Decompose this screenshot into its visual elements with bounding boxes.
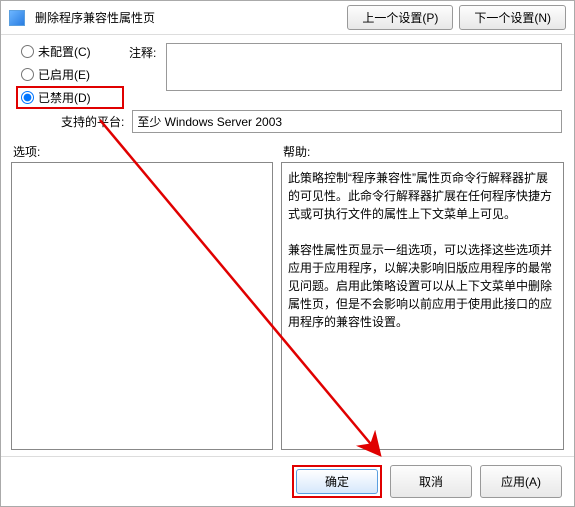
radio-enabled-label: 已启用(E) <box>38 66 90 83</box>
app-icon <box>9 10 25 26</box>
options-label: 选项: <box>13 143 283 160</box>
footer-buttons: 确定 取消 应用(A) <box>1 456 574 506</box>
main-panels: 此策略控制“程序兼容性”属性页命令行解释器扩展的可见性。此命令行解释器扩展在任何… <box>1 162 574 456</box>
nav-buttons: 上一个设置(P) 下一个设置(N) <box>347 5 566 30</box>
dialog-title: 删除程序兼容性属性页 <box>35 9 155 26</box>
radio-not-configured[interactable]: 未配置(C) <box>21 43 119 60</box>
help-label: 帮助: <box>283 143 562 160</box>
radio-disabled-input[interactable] <box>21 91 34 104</box>
comment-textarea[interactable] <box>166 43 562 91</box>
ok-button[interactable]: 确定 <box>296 469 378 494</box>
radio-enabled[interactable]: 已启用(E) <box>21 66 119 83</box>
prev-setting-button[interactable]: 上一个设置(P) <box>347 5 453 30</box>
platform-value: 至少 Windows Server 2003 <box>132 110 562 133</box>
next-setting-button[interactable]: 下一个设置(N) <box>459 5 566 30</box>
options-panel <box>11 162 273 450</box>
state-radio-group: 未配置(C) 已启用(E) 已禁用(D) <box>21 43 119 106</box>
highlight-disabled: 已禁用(D) <box>16 86 124 109</box>
help-paragraph-2: 兼容性属性页显示一组选项，可以选择这些选项并应用于应用程序，以解决影响旧版应用程… <box>288 241 557 331</box>
title-bar: 删除程序兼容性属性页 上一个设置(P) 下一个设置(N) <box>1 1 574 35</box>
section-labels: 选项: 帮助: <box>1 139 574 162</box>
comment-label: 注释: <box>129 44 156 61</box>
radio-disabled[interactable]: 已禁用(D) <box>21 89 119 106</box>
platform-row: 支持的平台: 至少 Windows Server 2003 <box>1 110 574 139</box>
dialog-window: 删除程序兼容性属性页 上一个设置(P) 下一个设置(N) 未配置(C) 已启用(… <box>0 0 575 507</box>
help-paragraph-1: 此策略控制“程序兼容性”属性页命令行解释器扩展的可见性。此命令行解释器扩展在任何… <box>288 169 557 223</box>
radio-not-configured-label: 未配置(C) <box>38 43 91 60</box>
config-row: 未配置(C) 已启用(E) 已禁用(D) 注释: <box>1 35 574 110</box>
help-panel: 此策略控制“程序兼容性”属性页命令行解释器扩展的可见性。此命令行解释器扩展在任何… <box>281 162 564 450</box>
highlight-ok: 确定 <box>292 465 382 498</box>
radio-disabled-label: 已禁用(D) <box>38 89 91 106</box>
radio-enabled-input[interactable] <box>21 68 34 81</box>
platform-label: 支持的平台: <box>61 113 124 130</box>
radio-not-configured-input[interactable] <box>21 45 34 58</box>
apply-button[interactable]: 应用(A) <box>480 465 562 498</box>
cancel-button[interactable]: 取消 <box>390 465 472 498</box>
